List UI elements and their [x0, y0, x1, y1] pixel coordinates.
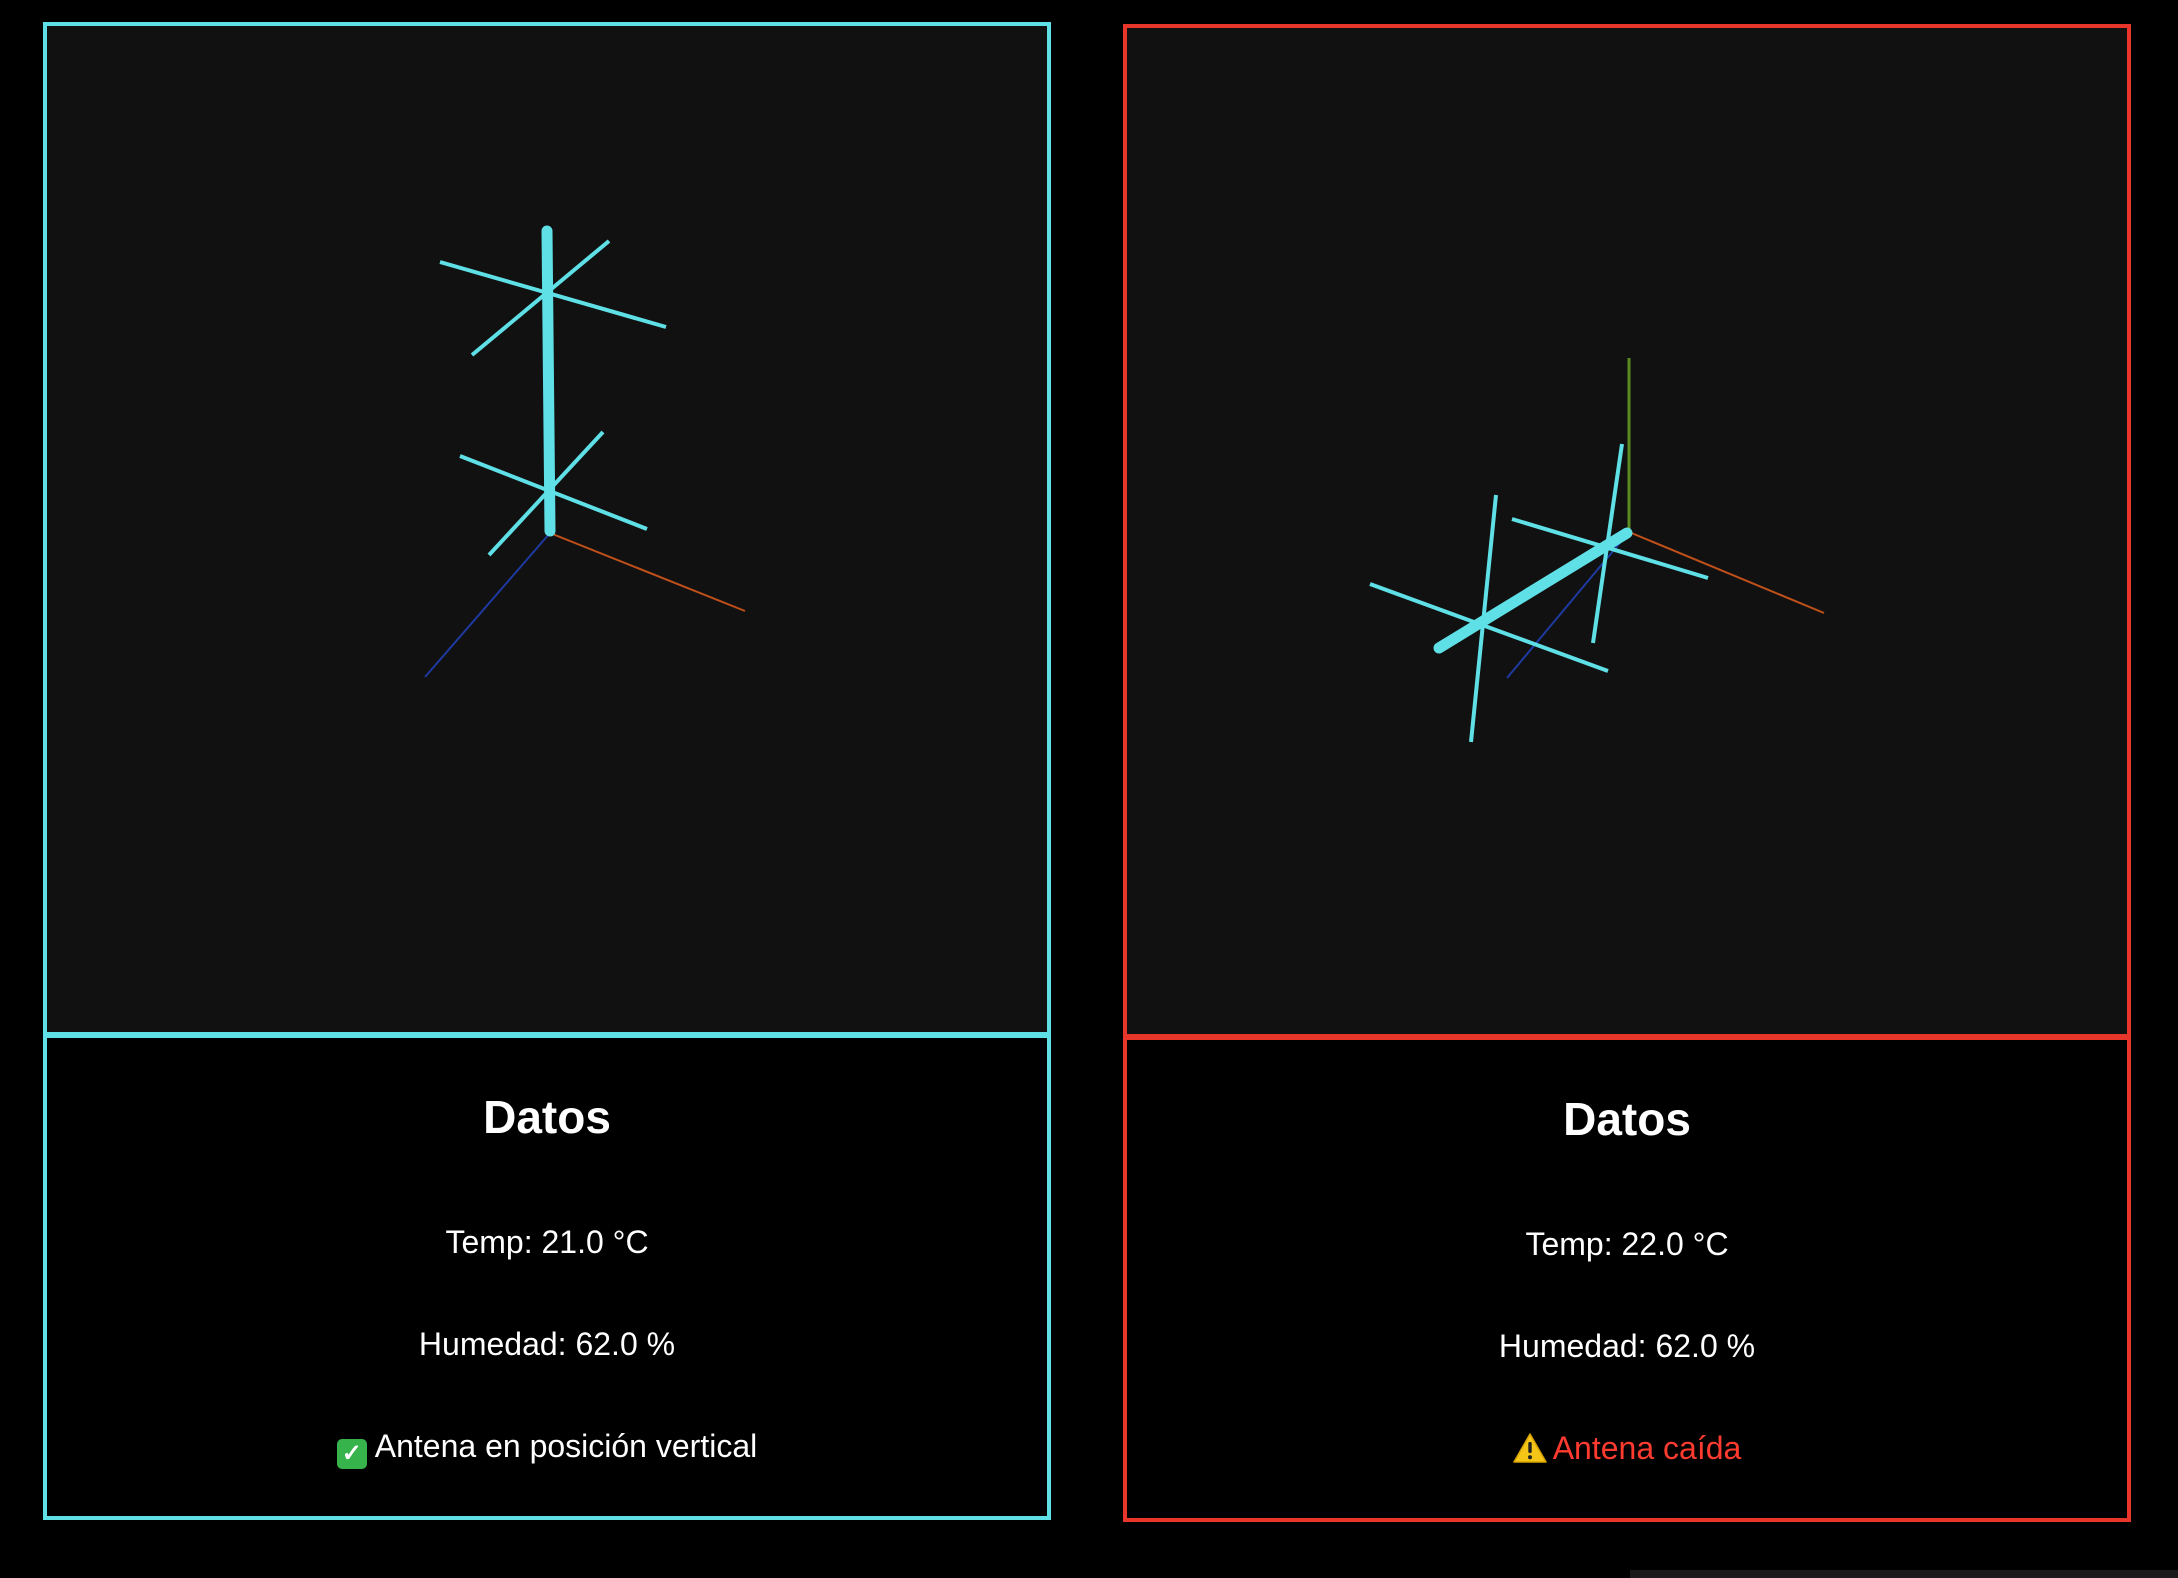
- 3d-viewport[interactable]: [1127, 28, 2127, 1034]
- axis-z-line: [424, 532, 551, 678]
- antenna-3d-scene: [1369, 358, 1825, 743]
- antenna-panel-fallen: Datos Temp: 22.0 °C Humedad: 62.0 % Ante…: [1123, 24, 2131, 1522]
- antenna-3d-scene: [424, 225, 746, 678]
- antenna-status-text: Antena caída: [1552, 1430, 1742, 1466]
- humidity-reading: Humedad: 62.0 %: [418, 1326, 676, 1362]
- antenna-element-lower-a: [1369, 582, 1609, 673]
- antenna-mast: [541, 225, 556, 537]
- antenna-panel-upright: Datos Temp: 21.0 °C Humedad: 62.0 % ✓ Ant…: [43, 22, 1051, 1520]
- axis-x-line: [549, 532, 746, 612]
- data-section: Datos Temp: 22.0 °C Humedad: 62.0 % Ante…: [1127, 1034, 2127, 1518]
- humidity-reading: Humedad: 62.0 %: [1498, 1328, 1756, 1364]
- axis-x-line: [1628, 531, 1825, 614]
- data-title: Datos: [483, 1091, 611, 1143]
- antenna-status: Antena caída: [1127, 1430, 2127, 1467]
- data-title: Datos: [1563, 1093, 1691, 1145]
- antenna-status: ✓ Antena en posición vertical: [47, 1428, 1047, 1469]
- antenna-status-text: Antena en posición vertical: [374, 1428, 758, 1464]
- temperature-reading: Temp: 22.0 °C: [1525, 1226, 1729, 1262]
- temperature-reading: Temp: 21.0 °C: [445, 1224, 649, 1260]
- data-section: Datos Temp: 21.0 °C Humedad: 62.0 % ✓ Ant…: [47, 1032, 1047, 1516]
- warning-icon: [1512, 1433, 1547, 1463]
- bottom-strip: [1630, 1570, 2178, 1578]
- 3d-viewport[interactable]: [47, 26, 1047, 1032]
- check-icon: ✓: [336, 1439, 367, 1469]
- antenna-element-upper-b: [470, 239, 611, 357]
